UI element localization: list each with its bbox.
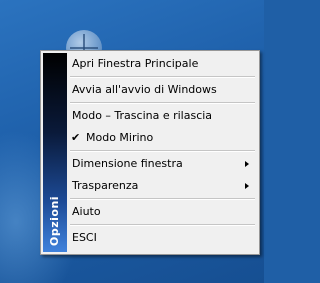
menu-item-transparency[interactable]: Trasparenza (69, 175, 257, 197)
crosshair-horizontal (70, 47, 98, 49)
menu-item-drag-drop-mode[interactable]: Modo – Trascina e rilascia (69, 105, 257, 127)
menu-item-label: Avvia all'avvio di Windows (72, 83, 217, 96)
menu-item-label: ESCI (72, 231, 97, 244)
menu-item-open-main-window[interactable]: Apri Finestra Principale (69, 53, 257, 75)
menu-item-label: Dimensione finestra (72, 157, 183, 170)
menu-separator (70, 102, 255, 104)
menu-banner: Opzioni (43, 53, 67, 252)
menu-separator (70, 150, 255, 152)
menu-item-window-size[interactable]: Dimensione finestra (69, 153, 257, 175)
menu-item-label: Modo Mirino (86, 131, 154, 144)
chevron-right-icon (245, 183, 249, 189)
menu-item-label: Trasparenza (72, 179, 139, 192)
menu-item-crosshair-mode[interactable]: ✔ Modo Mirino (69, 127, 257, 149)
menu-item-label: Aiuto (72, 205, 101, 218)
menu-separator (70, 198, 255, 200)
menu-banner-title: Opzioni (48, 195, 61, 246)
menu-item-label: Apri Finestra Principale (72, 57, 199, 70)
menu-item-exit[interactable]: ESCI (69, 227, 257, 249)
menu-separator (70, 224, 255, 226)
menu-separator (70, 76, 255, 78)
check-icon: ✔ (71, 131, 81, 144)
chevron-right-icon (245, 161, 249, 167)
context-menu: Opzioni Apri Finestra Principale Avvia a… (40, 50, 260, 255)
menu-item-start-with-windows[interactable]: Avvia all'avvio di Windows (69, 79, 257, 101)
menu-items: Apri Finestra Principale Avvia all'avvio… (69, 53, 257, 249)
menu-banner-title-wrap: Opzioni (43, 186, 67, 246)
menu-item-label: Modo – Trascina e rilascia (72, 109, 213, 122)
menu-item-help[interactable]: Aiuto (69, 201, 257, 223)
